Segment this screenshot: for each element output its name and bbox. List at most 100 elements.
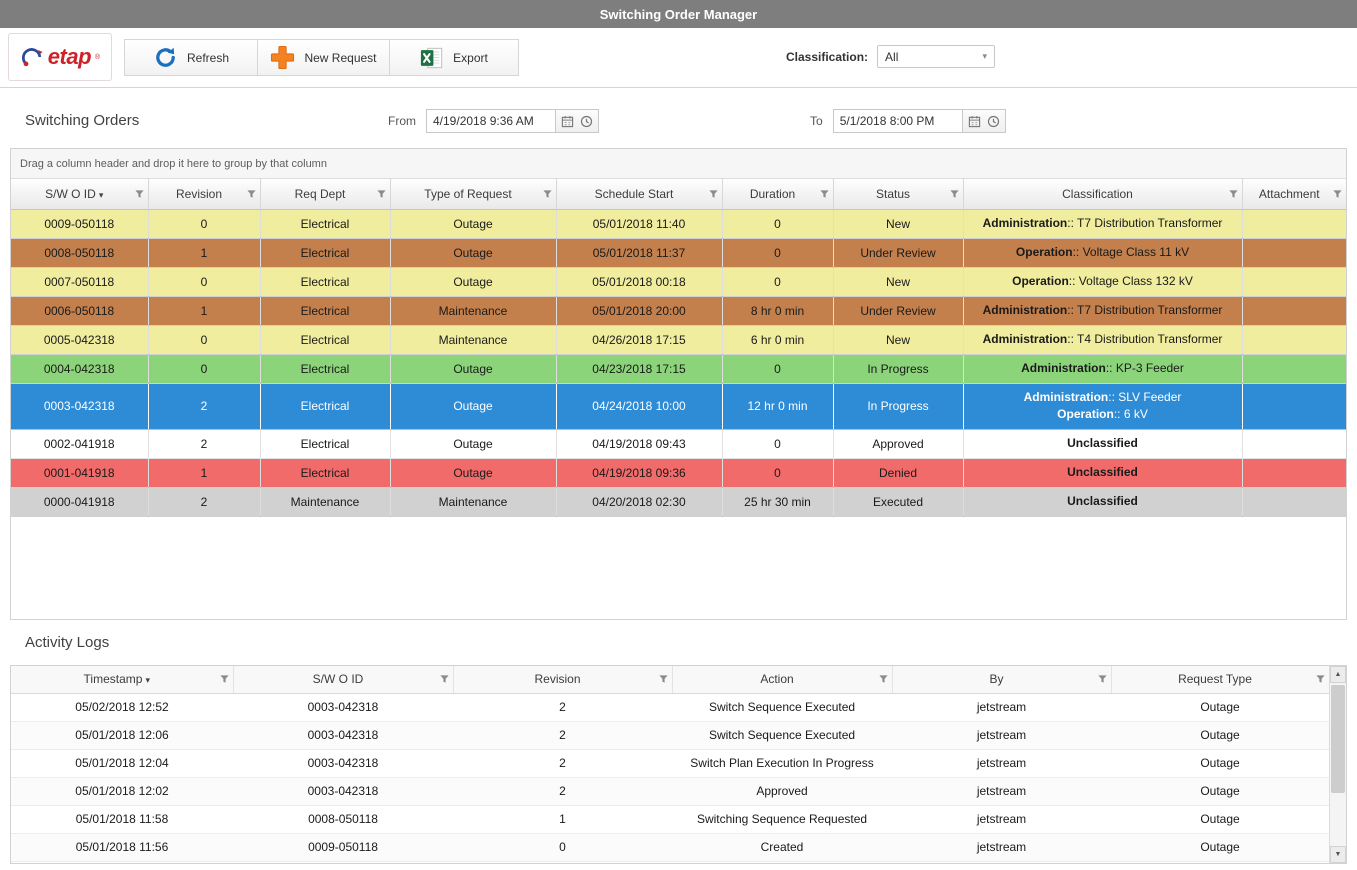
vertical-scrollbar[interactable]: ▲ ▼ [1329, 666, 1346, 863]
column-header-revision[interactable]: Revision [453, 666, 672, 693]
filter-icon[interactable] [1097, 674, 1108, 685]
column-header-schedule-start[interactable]: Schedule Start [556, 179, 722, 209]
filter-icon[interactable] [219, 674, 230, 685]
filter-icon[interactable] [708, 188, 719, 199]
cell-type: Outage [390, 238, 556, 267]
column-header-timestamp[interactable]: Timestamp▾ [11, 666, 233, 693]
column-header-request-type[interactable]: Request Type [1111, 666, 1329, 693]
cell-req-dept: Maintenance [260, 487, 390, 516]
column-header-swoid[interactable]: S/W O ID [233, 666, 453, 693]
cell-revision: 2 [453, 721, 672, 749]
cell-request-type: Outage [1111, 777, 1329, 805]
log-row[interactable]: 05/01/2018 11:58 0008-050118 1 Switching… [11, 805, 1329, 833]
filter-icon[interactable] [1332, 188, 1343, 199]
new-request-button[interactable]: New Request [257, 39, 390, 76]
calendar-icon[interactable] [561, 115, 574, 128]
column-header-swoid[interactable]: S/W O ID▾ [11, 179, 148, 209]
order-row[interactable]: 0007-050118 0 Electrical Outage 05/01/20… [11, 267, 1346, 296]
order-row[interactable]: 0009-050118 0 Electrical Outage 05/01/20… [11, 209, 1346, 238]
column-header-duration[interactable]: Duration [722, 179, 833, 209]
cell-duration: 12 hr 0 min [722, 383, 833, 429]
cell-revision: 1 [148, 296, 260, 325]
clock-icon[interactable] [580, 115, 593, 128]
cell-request-type: Outage [1111, 721, 1329, 749]
to-date-input[interactable] [833, 109, 962, 133]
column-header-revision[interactable]: Revision [148, 179, 260, 209]
export-button[interactable]: Export [389, 39, 519, 76]
column-header-type-of-request[interactable]: Type of Request [390, 179, 556, 209]
filter-icon[interactable] [1315, 674, 1326, 685]
order-row[interactable]: 0001-041918 1 Electrical Outage 04/19/20… [11, 458, 1346, 487]
cell-status: Executed [833, 487, 963, 516]
cell-classification: Operation:: Voltage Class 132 kV [963, 267, 1242, 296]
log-row[interactable]: 05/01/2018 12:04 0003-042318 2 Switch Pl… [11, 749, 1329, 777]
log-row[interactable]: 05/02/2018 12:52 0003-042318 2 Switch Se… [11, 693, 1329, 721]
cell-timestamp: 05/01/2018 11:56 [11, 833, 233, 861]
scroll-down-button[interactable]: ▼ [1330, 846, 1346, 863]
cell-revision: 2 [148, 487, 260, 516]
column-header-status[interactable]: Status [833, 179, 963, 209]
logs-heading: Activity Logs [25, 634, 109, 651]
filter-icon[interactable] [949, 188, 960, 199]
clock-icon[interactable] [987, 115, 1000, 128]
cell-classification: Administration:: T7 Distribution Transfo… [963, 296, 1242, 325]
order-row[interactable]: 0004-042318 0 Electrical Outage 04/23/20… [11, 354, 1346, 383]
cell-attachment [1242, 325, 1346, 354]
cell-type: Outage [390, 429, 556, 458]
filter-icon[interactable] [542, 188, 553, 199]
cell-attachment [1242, 383, 1346, 429]
cell-by: jetstream [892, 833, 1111, 861]
scroll-up-button[interactable]: ▲ [1330, 666, 1346, 683]
column-header-by[interactable]: By [892, 666, 1111, 693]
column-header-attachment[interactable]: Attachment [1242, 179, 1346, 209]
scroll-down-icon: ▼ [1335, 851, 1342, 858]
cell-attachment [1242, 209, 1346, 238]
cell-attachment [1242, 487, 1346, 516]
log-row[interactable]: 05/01/2018 12:02 0003-042318 2 Approved … [11, 777, 1329, 805]
order-row[interactable]: 0000-041918 2 Maintenance Maintenance 04… [11, 487, 1346, 516]
order-row[interactable]: 0008-050118 1 Electrical Outage 05/01/20… [11, 238, 1346, 267]
order-row-selected[interactable]: 0003-042318 2 Electrical Outage 04/24/20… [11, 383, 1346, 429]
chevron-down-icon: ▾ [983, 51, 988, 62]
toolbar-buttons: Refresh New Request Export [124, 39, 519, 76]
classification-select[interactable]: All ▾ [877, 45, 995, 68]
cell-timestamp: 05/01/2018 12:04 [11, 749, 233, 777]
column-header-action[interactable]: Action [672, 666, 892, 693]
cell-status: Under Review [833, 296, 963, 325]
log-row[interactable]: 05/01/2018 11:56 0009-050118 0 Created j… [11, 833, 1329, 861]
cell-by: jetstream [892, 805, 1111, 833]
filter-icon[interactable] [878, 674, 889, 685]
cell-swoid: 0009-050118 [233, 833, 453, 861]
filter-icon[interactable] [134, 188, 145, 199]
cell-action: Created [672, 833, 892, 861]
group-by-bar[interactable]: Drag a column header and drop it here to… [11, 149, 1346, 179]
from-date-input[interactable] [426, 109, 555, 133]
filter-icon[interactable] [1228, 188, 1239, 199]
cell-classification: Administration:: SLV Feeder Operation:: … [963, 383, 1242, 429]
scrollbar-thumb[interactable] [1331, 685, 1345, 793]
cell-revision: 2 [453, 693, 672, 721]
order-row[interactable]: 0005-042318 0 Electrical Maintenance 04/… [11, 325, 1346, 354]
cell-status: New [833, 325, 963, 354]
refresh-button[interactable]: Refresh [124, 39, 258, 76]
cell-req-dept: Electrical [260, 238, 390, 267]
cell-classification: Operation:: Voltage Class 11 kV [963, 238, 1242, 267]
filter-icon[interactable] [439, 674, 450, 685]
cell-revision: 1 [453, 805, 672, 833]
order-row[interactable]: 0006-050118 1 Electrical Maintenance 05/… [11, 296, 1346, 325]
filter-icon[interactable] [376, 188, 387, 199]
filter-icon[interactable] [658, 674, 669, 685]
cell-revision: 0 [148, 267, 260, 296]
from-date-picker-buttons[interactable] [555, 109, 599, 133]
cell-schedule-start: 04/19/2018 09:43 [556, 429, 722, 458]
column-header-req-dept[interactable]: Req Dept [260, 179, 390, 209]
calendar-icon[interactable] [968, 115, 981, 128]
column-header-classification[interactable]: Classification [963, 179, 1242, 209]
filter-icon[interactable] [819, 188, 830, 199]
cell-schedule-start: 04/23/2018 17:15 [556, 354, 722, 383]
order-row[interactable]: 0002-041918 2 Electrical Outage 04/19/20… [11, 429, 1346, 458]
to-date-picker-buttons[interactable] [962, 109, 1006, 133]
filter-icon[interactable] [246, 188, 257, 199]
cell-req-dept: Electrical [260, 267, 390, 296]
log-row[interactable]: 05/01/2018 12:06 0003-042318 2 Switch Se… [11, 721, 1329, 749]
